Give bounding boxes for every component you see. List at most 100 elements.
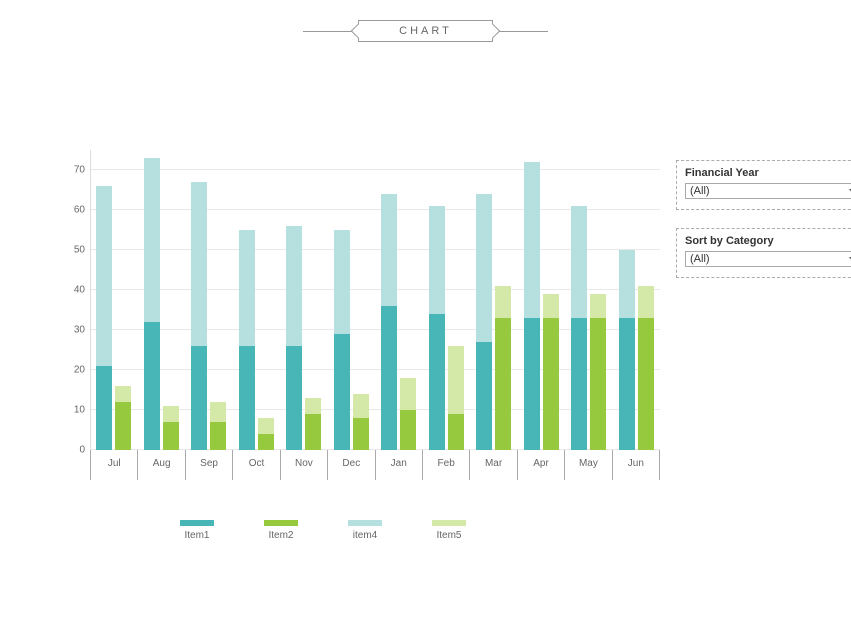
chart-xtick: Sep xyxy=(185,450,232,480)
bar-segment-item5 xyxy=(448,346,464,414)
chart-bar xyxy=(619,250,635,450)
chart-month-column xyxy=(138,150,186,450)
bar-segment-item1 xyxy=(334,334,350,450)
bar-segment-item4 xyxy=(429,206,445,314)
bar-segment-item2 xyxy=(448,414,464,450)
bar-segment-item4 xyxy=(334,230,350,334)
chart-xtick: May xyxy=(564,450,611,480)
chart-month-column xyxy=(233,150,281,450)
legend-swatch xyxy=(432,520,466,526)
bar-segment-item5 xyxy=(638,286,654,318)
chart-bar xyxy=(115,386,131,450)
page-header: CHART xyxy=(0,20,851,42)
chart: JulAugSepOctNovDecJanFebMarAprMayJun 010… xyxy=(55,150,660,480)
chart-month-column xyxy=(328,150,376,450)
legend-label: Item2 xyxy=(268,530,293,541)
bar-segment-item1 xyxy=(239,346,255,450)
legend-item: Item1 xyxy=(180,520,214,541)
bar-segment-item2 xyxy=(400,410,416,450)
chart-month-column xyxy=(613,150,661,450)
chart-xtick: Nov xyxy=(280,450,327,480)
bar-segment-item5 xyxy=(495,286,511,318)
bar-segment-item2 xyxy=(590,318,606,450)
bar-segment-item5 xyxy=(210,402,226,422)
chart-ytick: 40 xyxy=(55,285,85,296)
sort-category-value: (All) xyxy=(690,253,710,265)
chart-bar xyxy=(638,286,654,450)
legend-label: item4 xyxy=(353,530,377,541)
chart-month-column xyxy=(185,150,233,450)
chart-month-column xyxy=(280,150,328,450)
chart-bar xyxy=(210,402,226,450)
bar-segment-item4 xyxy=(286,226,302,346)
legend-item: Item2 xyxy=(264,520,298,541)
sort-category-select[interactable]: (All) xyxy=(685,251,851,267)
bar-segment-item1 xyxy=(619,318,635,450)
chart-ytick: 10 xyxy=(55,405,85,416)
chart-xtick: Apr xyxy=(517,450,564,480)
bar-segment-item1 xyxy=(429,314,445,450)
chart-ytick: 60 xyxy=(55,205,85,216)
chart-bar xyxy=(305,398,321,450)
chart-legend: Item1 Item2 item4 Item5 xyxy=(180,520,466,541)
chart-bar xyxy=(258,418,274,450)
chart-bar xyxy=(381,194,397,450)
chart-bar xyxy=(524,162,540,450)
bar-segment-item2 xyxy=(163,422,179,450)
sort-category-filter: Sort by Category (All) xyxy=(676,228,851,278)
legend-swatch xyxy=(264,520,298,526)
bar-segment-item5 xyxy=(400,378,416,410)
financial-year-label: Financial Year xyxy=(685,167,851,179)
chart-bar xyxy=(144,158,160,450)
legend-label: Item1 xyxy=(184,530,209,541)
chart-xtick: Jan xyxy=(375,450,422,480)
bar-segment-item4 xyxy=(191,182,207,346)
chart-bar xyxy=(543,294,559,450)
chart-bar xyxy=(448,346,464,450)
bar-segment-item4 xyxy=(571,206,587,318)
chart-bar xyxy=(286,226,302,450)
bar-segment-item4 xyxy=(524,162,540,318)
header-rule-right xyxy=(498,31,548,32)
financial-year-select[interactable]: (All) xyxy=(685,183,851,199)
page-title: CHART xyxy=(358,20,493,42)
bar-segment-item1 xyxy=(191,346,207,450)
chart-bar xyxy=(429,206,445,450)
bar-segment-item5 xyxy=(163,406,179,422)
chart-xtick: Aug xyxy=(137,450,184,480)
legend-label: Item5 xyxy=(436,530,461,541)
chart-bar xyxy=(495,286,511,450)
bar-segment-item1 xyxy=(476,342,492,450)
chart-month-column xyxy=(470,150,518,450)
legend-item: Item5 xyxy=(432,520,466,541)
bar-segment-item5 xyxy=(115,386,131,402)
bar-segment-item1 xyxy=(96,366,112,450)
chart-bar xyxy=(191,182,207,450)
bar-segment-item2 xyxy=(305,414,321,450)
bar-segment-item4 xyxy=(96,186,112,366)
chart-bar xyxy=(476,194,492,450)
chart-month-column xyxy=(423,150,471,450)
chart-bar xyxy=(590,294,606,450)
chart-ytick: 20 xyxy=(55,365,85,376)
chart-xtick: Jul xyxy=(90,450,137,480)
chart-xtick: Oct xyxy=(232,450,279,480)
bar-segment-item4 xyxy=(476,194,492,342)
bar-segment-item4 xyxy=(144,158,160,322)
legend-item: item4 xyxy=(348,520,382,541)
bar-segment-item4 xyxy=(381,194,397,306)
bar-segment-item2 xyxy=(495,318,511,450)
chart-bar xyxy=(163,406,179,450)
chart-bar xyxy=(571,206,587,450)
chart-ytick: 50 xyxy=(55,245,85,256)
sort-category-label: Sort by Category xyxy=(685,235,851,247)
chart-bar xyxy=(400,378,416,450)
bar-segment-item4 xyxy=(239,230,255,346)
chart-month-column xyxy=(565,150,613,450)
bar-segment-item5 xyxy=(590,294,606,318)
header-rule-left xyxy=(303,31,353,32)
chart-bar xyxy=(96,186,112,450)
chart-xtick: Dec xyxy=(327,450,374,480)
bar-segment-item2 xyxy=(543,318,559,450)
chart-bar xyxy=(239,230,255,450)
